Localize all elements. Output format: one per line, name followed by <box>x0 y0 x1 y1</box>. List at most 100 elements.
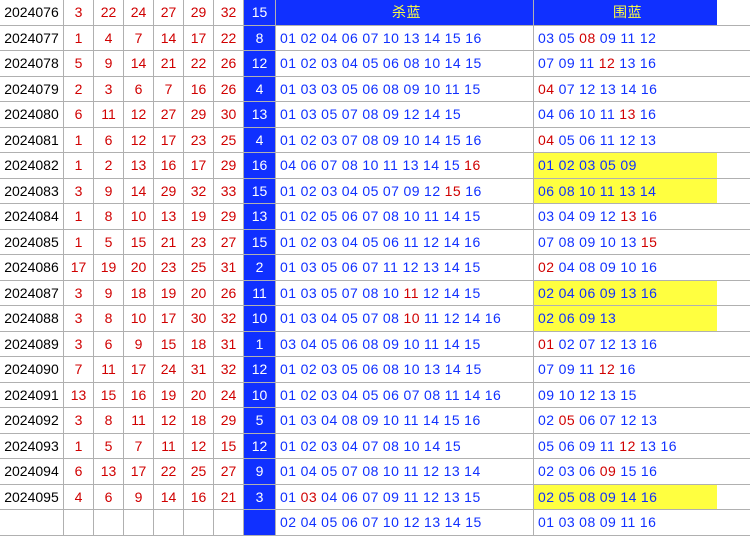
lottery-table: 20240763222427293215杀蓝围蓝2024077147141722… <box>0 0 750 519</box>
red-ball: 6 <box>94 485 124 510</box>
red-ball: 15 <box>124 230 154 255</box>
kill-blue: 01020506070810111415 <box>276 204 534 229</box>
wei-blue: 020406091316 <box>534 281 717 306</box>
kill-blue: 01030305060809101115 <box>276 77 534 102</box>
red-ball: 32 <box>214 357 244 382</box>
red-ball: 21 <box>154 230 184 255</box>
red-ball: 17 <box>124 459 154 484</box>
period: 2024079 <box>0 77 64 102</box>
wei-blue: 010308091116 <box>534 510 717 535</box>
red-ball: 4 <box>94 26 124 51</box>
red-ball: 31 <box>184 357 214 382</box>
red-ball: 1 <box>64 153 94 178</box>
red-ball: 3 <box>64 332 94 357</box>
red-ball: 17 <box>184 26 214 51</box>
red-ball: 29 <box>184 102 214 127</box>
red-ball: 17 <box>124 357 154 382</box>
blue-ball: 4 <box>244 128 276 153</box>
period: 2024089 <box>0 332 64 357</box>
blue-ball: 4 <box>244 77 276 102</box>
red-ball: 5 <box>94 434 124 459</box>
red-ball: 1 <box>64 128 94 153</box>
blue-ball <box>244 510 276 535</box>
red-ball: 26 <box>214 281 244 306</box>
kill-blue: 04060708101113141516 <box>276 153 534 178</box>
red-ball: 20 <box>184 281 214 306</box>
wei-blue: 030409121316 <box>534 204 717 229</box>
red-ball: 3 <box>64 408 94 433</box>
table-row: 2024079236716264010303050608091011150407… <box>0 77 750 103</box>
red-ball <box>94 510 124 535</box>
table-row: 2024081161217232540102030708091014151604… <box>0 128 750 154</box>
period: 2024088 <box>0 306 64 331</box>
red-ball: 8 <box>94 408 124 433</box>
period: 2024086 <box>0 255 64 280</box>
wei-blue: 0910121315 <box>534 383 717 408</box>
wei-blue: 围蓝 <box>534 0 717 25</box>
red-ball: 13 <box>154 204 184 229</box>
red-ball: 3 <box>64 281 94 306</box>
kill-blue: 01030506071112131415 <box>276 255 534 280</box>
period: 2024092 <box>0 408 64 433</box>
red-ball: 14 <box>154 26 184 51</box>
table-row: 2024084181013192913010205060708101114150… <box>0 204 750 230</box>
red-ball: 17 <box>154 128 184 153</box>
kill-blue: 01020304050611121416 <box>276 230 534 255</box>
table-row: 2024095469141621301030406070911121315020… <box>0 485 750 511</box>
table-row: 20240763222427293215杀蓝围蓝 <box>0 0 750 26</box>
red-ball: 15 <box>214 434 244 459</box>
red-ball: 20 <box>184 383 214 408</box>
red-ball: 5 <box>94 230 124 255</box>
red-ball: 33 <box>214 179 244 204</box>
table-row: 2024092381112182950103040809101114151602… <box>0 408 750 434</box>
red-ball: 9 <box>94 179 124 204</box>
red-ball: 2 <box>64 77 94 102</box>
wei-blue: 05060911121316 <box>534 434 717 459</box>
red-ball: 12 <box>124 128 154 153</box>
red-ball: 3 <box>64 306 94 331</box>
kill-blue: 01020304050709121516 <box>276 179 534 204</box>
kill-blue: 01030406070911121315 <box>276 485 534 510</box>
red-ball: 31 <box>214 255 244 280</box>
red-ball: 1 <box>64 434 94 459</box>
red-ball: 25 <box>214 128 244 153</box>
red-ball <box>64 510 94 535</box>
red-ball: 19 <box>154 281 184 306</box>
red-ball: 27 <box>154 0 184 25</box>
wei-blue: 060810111314 <box>534 179 717 204</box>
blue-ball: 15 <box>244 179 276 204</box>
red-ball: 16 <box>184 485 214 510</box>
red-ball: 10 <box>124 204 154 229</box>
red-ball <box>154 510 184 535</box>
red-ball: 27 <box>214 459 244 484</box>
period: 2024076 <box>0 0 64 25</box>
red-ball: 22 <box>94 0 124 25</box>
red-ball: 15 <box>94 383 124 408</box>
kill-blue: 0102030405060708111416 <box>276 383 534 408</box>
red-ball: 29 <box>184 0 214 25</box>
kill-blue: 03040506080910111415 <box>276 332 534 357</box>
blue-ball: 13 <box>244 204 276 229</box>
kill-blue: 01020307080910141516 <box>276 128 534 153</box>
red-ball: 16 <box>154 153 184 178</box>
period: 2024095 <box>0 485 64 510</box>
red-ball: 8 <box>94 306 124 331</box>
table-row: 2024078591421222612010203040506081014150… <box>0 51 750 77</box>
red-ball: 18 <box>184 332 214 357</box>
red-ball: 17 <box>154 306 184 331</box>
period: 2024078 <box>0 51 64 76</box>
table-row: 2024085151521232715010203040506111214160… <box>0 230 750 256</box>
kill-blue: 0103040507081011121416 <box>276 306 534 331</box>
red-ball: 32 <box>214 306 244 331</box>
red-ball: 7 <box>154 77 184 102</box>
wei-blue: 020508091416 <box>534 485 717 510</box>
red-ball: 10 <box>124 306 154 331</box>
wei-blue: 0709111216 <box>534 357 717 382</box>
red-ball: 16 <box>124 383 154 408</box>
red-ball: 21 <box>154 51 184 76</box>
red-ball: 3 <box>64 179 94 204</box>
red-ball: 9 <box>124 332 154 357</box>
red-ball: 29 <box>214 204 244 229</box>
red-ball: 13 <box>94 459 124 484</box>
table-row: 2024086171920232531201030506071112131415… <box>0 255 750 281</box>
